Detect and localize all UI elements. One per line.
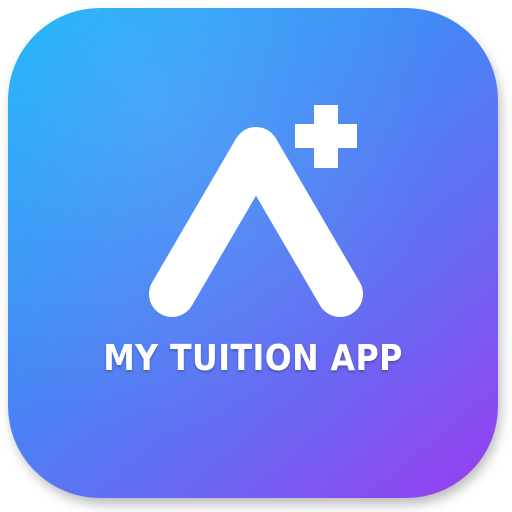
app-title: MY TUITION APP [103,338,403,379]
a-plus-logo-icon [149,105,363,317]
canvas: MY TUITION APP [0,0,512,512]
app-icon[interactable]: MY TUITION APP [8,8,498,498]
